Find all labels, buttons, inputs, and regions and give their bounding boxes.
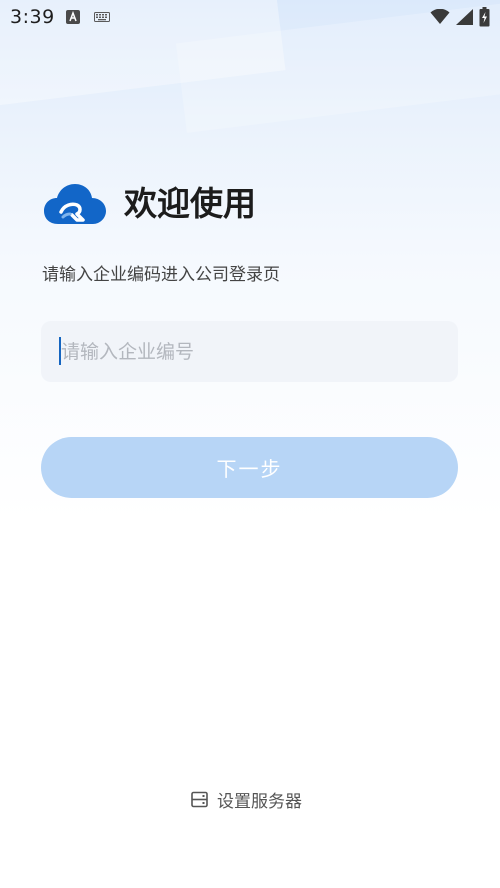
status-bar: 3:39 [0,0,500,36]
status-time: 3:39 [10,6,55,28]
next-button[interactable]: 下一步 [41,437,458,498]
battery-icon [479,7,490,27]
signal-icon [456,9,473,25]
enterprise-code-field[interactable] [41,321,458,382]
wifi-icon [430,9,450,24]
keyboard-icon [94,12,110,22]
text-cursor [59,337,61,365]
server-icon [191,791,208,807]
set-server-label: 设置服务器 [217,791,302,812]
status-indicators [430,6,490,28]
set-server-link[interactable]: 设置服务器 [191,786,302,812]
font-a-icon [66,10,80,24]
cloud-logo-icon [44,184,106,224]
subtitle: 请输入企业编码进入公司登录页 [42,265,280,285]
welcome-title: 欢迎使用 [124,184,256,223]
enterprise-code-input[interactable] [57,321,441,382]
